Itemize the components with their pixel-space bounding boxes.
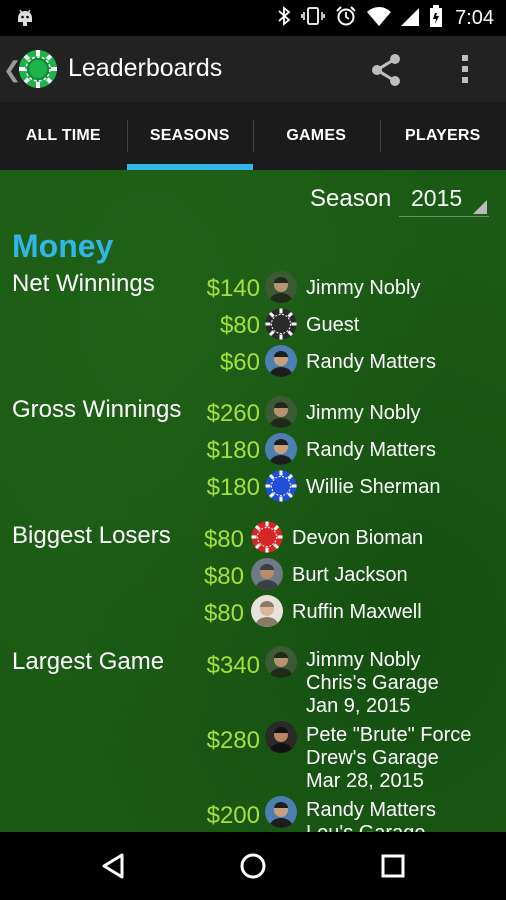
player-name: Randy Matters: [306, 799, 437, 821]
avatar[interactable]: [265, 271, 297, 303]
tab-seasons[interactable]: SEASONS: [126, 102, 254, 170]
android-icon: [14, 6, 36, 33]
tab-bar: ALL TIME SEASONS GAMES PLAYERS: [0, 102, 506, 170]
tab-games[interactable]: GAMES: [253, 102, 380, 170]
amount-value: $80: [203, 526, 244, 553]
season-row: Season 2015: [310, 182, 490, 218]
venue-name: Lou's Garage: [306, 822, 436, 832]
amount-value: $80: [203, 563, 244, 590]
vibrate-icon: [301, 5, 325, 32]
dropdown-caret-icon: [473, 200, 487, 214]
amount-value: $260: [206, 400, 260, 427]
player-name[interactable]: Willie Sherman: [306, 476, 440, 499]
wifi-icon: [367, 6, 392, 31]
status-bar: 7:04: [0, 0, 506, 36]
recents-square-icon[interactable]: [380, 852, 406, 885]
system-nav-bar: [0, 832, 506, 900]
amount-value: $200: [206, 802, 260, 829]
game-details[interactable]: Randy Matters Lou's Garage: [306, 799, 436, 832]
player-name[interactable]: Jimmy Nobly: [306, 277, 420, 300]
amount-value: $60: [219, 349, 260, 376]
season-value: 2015: [411, 185, 463, 211]
season-dropdown[interactable]: 2015: [399, 182, 489, 217]
amount-value: $280: [206, 727, 260, 754]
amount-value: $180: [206, 474, 260, 501]
game-date: Jan 9, 2015: [306, 695, 411, 717]
game-details[interactable]: Jimmy Nobly Chris's Garage Jan 9, 2015: [306, 649, 439, 718]
avatar[interactable]: [265, 796, 297, 828]
player-name[interactable]: Randy Matters: [306, 439, 436, 462]
player-name[interactable]: Guest: [306, 314, 359, 337]
tab-players[interactable]: PLAYERS: [379, 102, 506, 170]
tab-all-time[interactable]: ALL TIME: [0, 102, 127, 170]
share-icon[interactable]: [368, 52, 404, 93]
game-details[interactable]: Pete "Brute" Force Drew's Garage Mar 28,…: [306, 724, 471, 793]
signal-icon: [401, 6, 420, 31]
amount-value: $340: [206, 652, 260, 679]
amount-value: $80: [219, 312, 260, 339]
avatar[interactable]: [251, 558, 283, 590]
overflow-menu-icon[interactable]: [458, 53, 472, 90]
player-name: Pete "Brute" Force: [306, 724, 472, 746]
avatar[interactable]: [265, 470, 297, 502]
amount-value: $140: [206, 275, 260, 302]
back-triangle-icon[interactable]: [100, 852, 126, 885]
avatar[interactable]: [251, 521, 283, 553]
player-name[interactable]: Ruffin Maxwell: [292, 601, 422, 624]
amount-value: $180: [206, 437, 260, 464]
amount-value: $80: [203, 600, 244, 627]
page-title: Leaderboards: [68, 54, 223, 82]
app-bar: ❮ Leaderboards: [0, 36, 506, 102]
home-circle-icon[interactable]: [239, 852, 267, 885]
battery-icon: [429, 4, 443, 32]
status-time: 7:04: [455, 6, 494, 29]
player-name[interactable]: Randy Matters: [306, 351, 436, 374]
season-label: Season: [310, 185, 392, 212]
avatar[interactable]: [265, 646, 297, 678]
avatar[interactable]: [265, 308, 297, 340]
poker-chip-logo[interactable]: [18, 49, 58, 94]
venue-name: Drew's Garage: [306, 747, 439, 769]
game-date: Mar 28, 2015: [306, 770, 424, 792]
avatar[interactable]: [265, 721, 297, 753]
alarm-icon: [335, 5, 357, 32]
player-name[interactable]: Jimmy Nobly: [306, 402, 420, 425]
player-name[interactable]: Devon Bioman: [292, 527, 423, 550]
avatar[interactable]: [265, 345, 297, 377]
avatar[interactable]: [265, 396, 297, 428]
leaderboard-content: Season 2015 Money Net Winnings $140 Jimm…: [0, 170, 506, 832]
section-title: Money: [12, 228, 114, 264]
player-name[interactable]: Burt Jackson: [292, 564, 408, 587]
venue-name: Chris's Garage: [306, 672, 439, 694]
avatar[interactable]: [251, 595, 283, 627]
avatar[interactable]: [265, 433, 297, 465]
player-name: Jimmy Nobly: [306, 649, 421, 671]
bluetooth-icon: [277, 5, 291, 32]
